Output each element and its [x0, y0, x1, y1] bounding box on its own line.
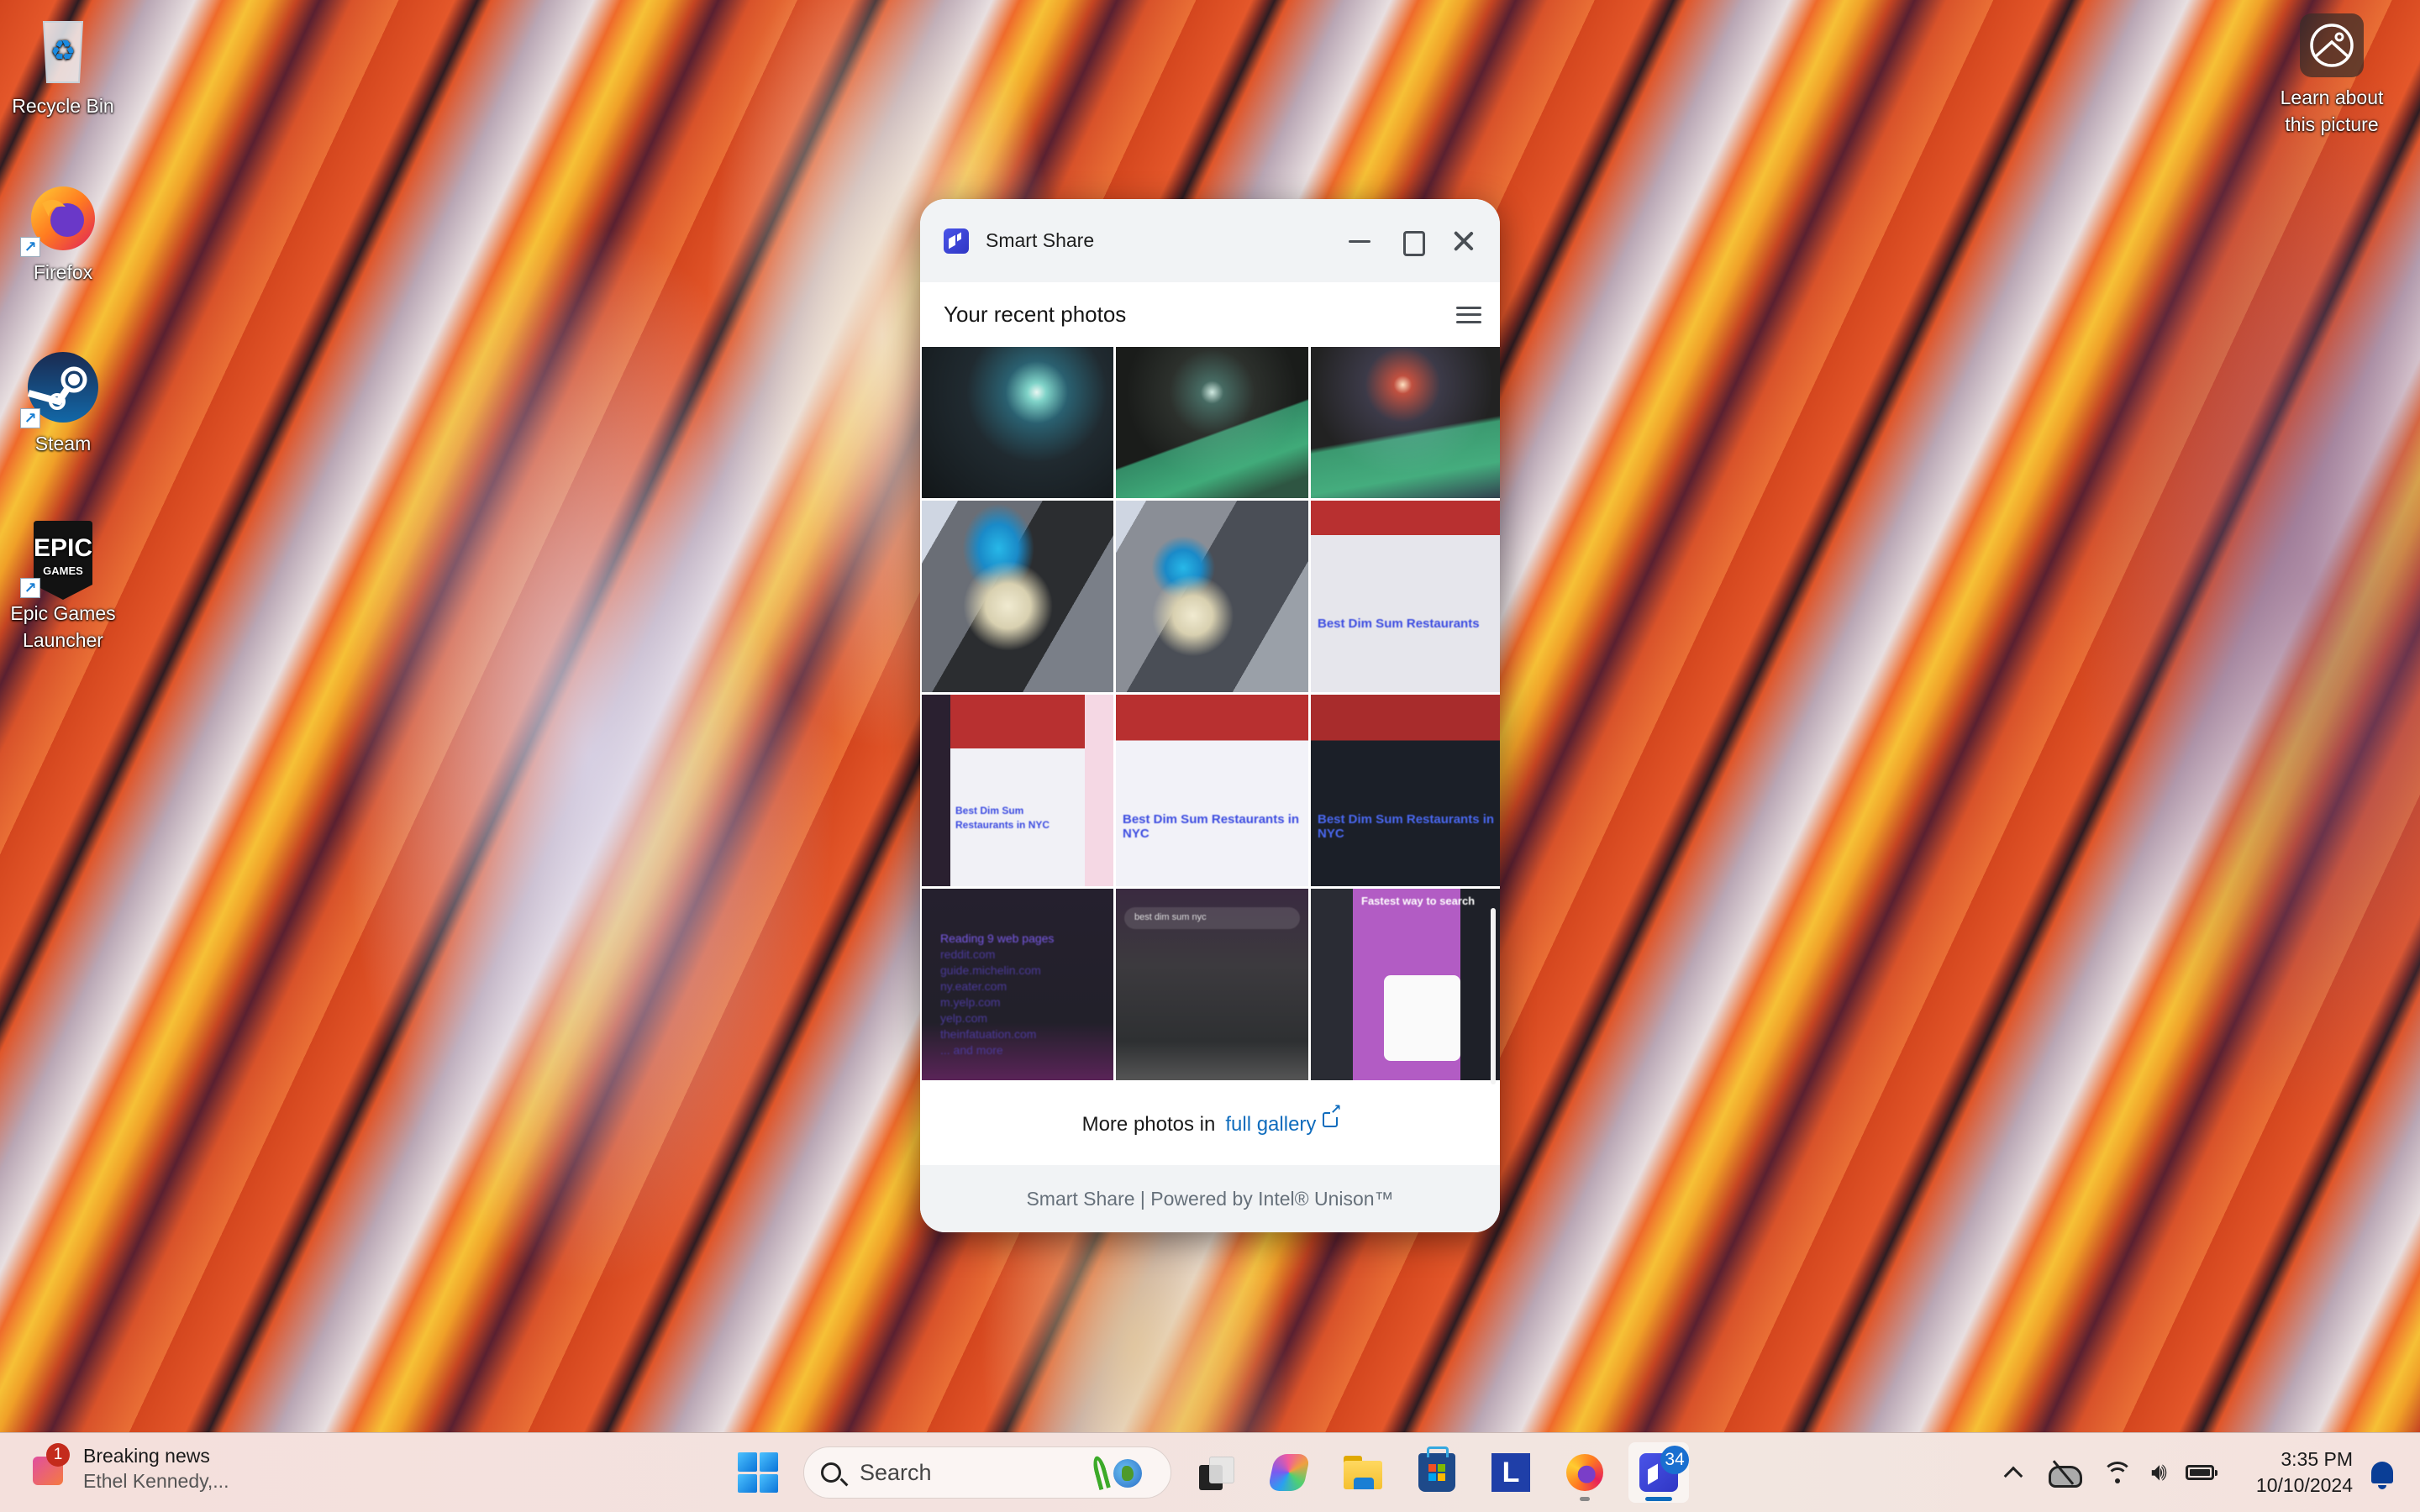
epic-logo-text: EPIC [34, 534, 92, 562]
shortcut-arrow-icon: ↗ [20, 578, 40, 598]
running-indicator [1580, 1497, 1590, 1501]
smart-share-window: Smart Share Your recent photos Best Dim … [920, 199, 1500, 1232]
taskbar-file-explorer[interactable] [1333, 1442, 1393, 1503]
photo-thumbnail[interactable]: Fastest way to search [1311, 889, 1500, 1080]
news-title: Breaking news [83, 1445, 210, 1467]
news-icon: 1 [29, 1443, 70, 1488]
photo-thumbnail[interactable]: Best Dim Sum Restaurants [1311, 501, 1500, 692]
active-indicator [1645, 1497, 1672, 1501]
photo-thumbnail[interactable] [1116, 501, 1308, 692]
thumbnail-caption: Best Dim Sum Restaurants in NYC [1318, 812, 1495, 841]
taskbar-center: Search L 34 [738, 1433, 1689, 1512]
taskbar-l-app[interactable]: L [1481, 1442, 1541, 1503]
thumbnail-caption: Fastest way to search [1361, 895, 1476, 907]
desktop-icon-learn-about-picture[interactable]: Learn about this picture [2269, 12, 2395, 138]
smart-share-logo-icon [944, 228, 969, 254]
clock[interactable]: 3:35 PM 10/10/2024 [2256, 1446, 2353, 1499]
desktop-icon-label: Steam [34, 433, 92, 454]
search-placeholder: Search [860, 1459, 932, 1485]
folder-icon [1344, 1456, 1382, 1489]
close-button[interactable] [1451, 228, 1476, 254]
desktop-icon-label: Epic Games Launcher [10, 602, 116, 651]
notification-bell-icon[interactable] [2371, 1462, 2394, 1489]
maximize-button[interactable] [1399, 228, 1425, 256]
window-title: Smart Share [986, 229, 1095, 251]
onedrive-offline-icon[interactable] [2049, 1462, 2082, 1488]
notification-badge: 34 [1660, 1446, 1689, 1474]
thumbnail-caption: Best Dim Sum Restaurants in NYC [955, 805, 1050, 831]
desktop-icon-epic-games-launcher[interactable]: EPIC GAMES ↗ Epic Games Launcher [0, 519, 126, 654]
photo-thumbnail[interactable] [1116, 347, 1308, 498]
hamburger-icon [1456, 306, 1481, 309]
desktop-icon-steam[interactable]: ↗ Steam [0, 349, 126, 457]
thumbnail-text: best dim sum nyc [1124, 907, 1300, 929]
taskbar-task-view[interactable] [1185, 1442, 1245, 1503]
spotlight-icon [2298, 12, 2365, 79]
shortcut-arrow-icon: ↗ [20, 408, 40, 428]
l-app-icon: L [1491, 1453, 1530, 1492]
footer-text: Smart Share | Powered by Intel® Unison™ [1026, 1187, 1394, 1210]
full-gallery-link[interactable]: full gallery [1225, 1103, 1342, 1137]
taskbar-firefox[interactable] [1555, 1442, 1615, 1503]
news-widget[interactable]: 1 Breaking news Ethel Kennedy,... [29, 1443, 229, 1494]
photos-header: Your recent photos [920, 282, 1500, 347]
footer: Smart Share | Powered by Intel® Unison™ [920, 1165, 1500, 1232]
thumbnail-caption: Best Dim Sum Restaurants [1318, 617, 1480, 631]
more-photos-row: More photos in full gallery [920, 1084, 1500, 1165]
taskbar: 1 Breaking news Ethel Kennedy,... Search [0, 1432, 2420, 1512]
desktop-icon-label: Firefox [33, 261, 93, 283]
photo-thumbnail[interactable]: Best Dim Sum Restaurants in NYC [1311, 695, 1500, 886]
photo-thumbnail[interactable] [1311, 347, 1500, 498]
search-icon [821, 1462, 841, 1483]
show-hidden-icons-chevron-up-icon[interactable] [2003, 1466, 2023, 1486]
store-icon [1418, 1446, 1455, 1492]
photo-thumbnail[interactable] [922, 347, 1113, 498]
section-title: Your recent photos [944, 302, 1127, 327]
firefox-icon: ↗ [20, 178, 101, 257]
svg-text:♻: ♻ [50, 34, 76, 68]
thumbnail-caption: Best Dim Sum Restaurants in NYC [1123, 812, 1300, 841]
thumbnail-text: Reading 9 web pages reddit.com guide.mic… [940, 932, 1055, 1057]
windows-logo-icon [738, 1452, 757, 1472]
news-subtitle: Ethel Kennedy,... [83, 1470, 229, 1492]
external-link-icon [1323, 1103, 1342, 1127]
volume-icon[interactable]: 🔊︎ [2151, 1458, 2167, 1487]
taskbar-copilot[interactable] [1259, 1442, 1319, 1503]
epic-logo-subtext: GAMES [43, 564, 83, 577]
recycle-bin-icon: ♻ [25, 12, 101, 87]
firefox-icon [1566, 1454, 1603, 1491]
menu-button[interactable] [1456, 304, 1481, 326]
photo-thumbnail[interactable]: Best Dim Sum Restaurants in NYC [922, 695, 1113, 886]
start-button[interactable] [738, 1452, 778, 1493]
scrollbar[interactable] [1491, 908, 1496, 1084]
news-badge: 1 [46, 1443, 70, 1467]
time: 3:35 PM [2281, 1448, 2354, 1470]
desktop-icon-recycle-bin[interactable]: ♻ Recycle Bin [0, 12, 126, 119]
photo-thumbnail[interactable] [922, 501, 1113, 692]
more-photos-text: More photos in [1081, 1112, 1216, 1136]
photo-grid: Best Dim Sum Restaurants Best Dim Sum Re… [920, 347, 1500, 1084]
date: 10/10/2024 [2255, 1474, 2354, 1496]
search-highlight-icon [1091, 1454, 1152, 1493]
taskbar-microsoft-store[interactable] [1407, 1442, 1467, 1503]
title-bar[interactable]: Smart Share [920, 199, 1500, 282]
battery-icon[interactable] [2185, 1465, 2217, 1480]
window-controls [1347, 199, 1476, 282]
desktop-icon-firefox[interactable]: ↗ Firefox [0, 178, 126, 286]
desktop-icon-label: Learn about this picture [2280, 87, 2384, 135]
wifi-icon[interactable] [2102, 1460, 2133, 1485]
taskbar-search[interactable]: Search [803, 1446, 1171, 1499]
desktop-icon-label: Recycle Bin [12, 95, 114, 117]
shortcut-arrow-icon: ↗ [20, 237, 40, 257]
photo-thumbnail[interactable]: Reading 9 web pages reddit.com guide.mic… [922, 889, 1113, 1080]
system-tray: 🔊︎ 3:35 PM 10/10/2024 [2000, 1433, 2394, 1512]
photo-thumbnail[interactable]: Best Dim Sum Restaurants in NYC [1116, 695, 1308, 886]
minimize-button[interactable] [1347, 228, 1372, 254]
copilot-icon [1267, 1454, 1311, 1491]
epic-games-icon: EPIC GAMES ↗ [20, 519, 101, 600]
steam-icon: ↗ [20, 349, 101, 428]
taskbar-smart-share[interactable]: 34 [1628, 1442, 1689, 1503]
task-view-icon [1199, 1457, 1234, 1490]
photo-thumbnail[interactable]: best dim sum nyc [1116, 889, 1308, 1080]
